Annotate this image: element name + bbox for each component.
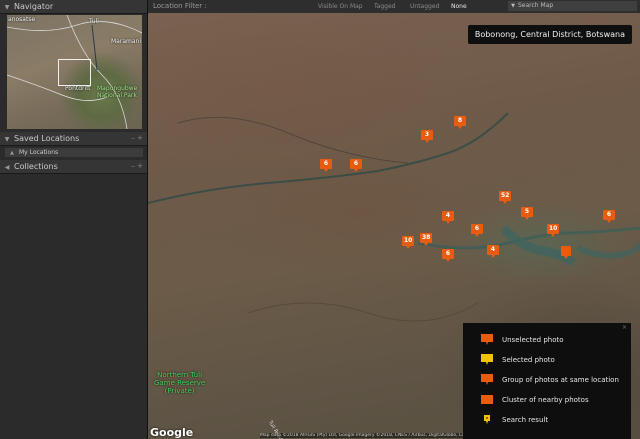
navigator-title: Navigator [14, 2, 54, 11]
expand-triangle-icon[interactable]: ▲ [5, 149, 19, 158]
nav-map-label: National Park [97, 92, 137, 99]
legend-label: Unselected photo [502, 336, 564, 344]
photo-cluster-icon [481, 395, 493, 404]
nav-map-label: Tuli [89, 18, 99, 25]
navigator-header[interactable]: ▼ Navigator [0, 0, 147, 14]
google-logo: Google [150, 426, 194, 439]
photo-cluster-pin[interactable]: 6 [320, 159, 332, 172]
search-result-icon [484, 415, 490, 424]
photo-cluster-pin[interactable]: 6 [350, 159, 362, 172]
photo-cluster-pin[interactable]: 10 [402, 236, 415, 249]
photo-cluster-pin[interactable]: 4 [442, 211, 454, 224]
left-panel: ▼ Navigator anosatse Tuli Maramani Pontdr… [0, 0, 148, 439]
filter-none[interactable]: None [451, 0, 467, 13]
photo-cluster-pin[interactable]: 10 [547, 224, 560, 237]
photo-cluster-pin[interactable]: 52 [499, 191, 512, 204]
nav-map-label: Maramani [111, 38, 141, 45]
navigator-map[interactable]: anosatse Tuli Maramani Pontdrift Mapungu… [7, 15, 142, 129]
unselected-photo-icon [481, 334, 493, 345]
park-label: Northern Tuli Game Reserve (Private) [154, 371, 205, 395]
park-label-line: Northern Tuli [157, 371, 203, 379]
filter-untagged[interactable]: Untagged [410, 0, 439, 13]
legend-label: Search result [502, 416, 549, 424]
saved-locations-title: Saved Locations [14, 134, 80, 143]
filter-tagged[interactable]: Tagged [374, 0, 395, 13]
park-label-line: (Private) [164, 387, 195, 395]
photo-cluster-pin[interactable]: 3 [421, 130, 433, 143]
photo-cluster-pin[interactable]: 38 [420, 233, 433, 246]
photo-cluster-pin[interactable]: 6 [603, 210, 615, 223]
nav-map-label: Mapungubwe [97, 85, 138, 92]
navigator-viewport-box[interactable] [58, 59, 91, 86]
legend-label: Cluster of nearby photos [502, 396, 589, 404]
saved-location-label: My Locations [19, 149, 59, 156]
photo-group-icon [481, 374, 493, 385]
legend-label: Selected photo [502, 356, 555, 364]
collapse-triangle-icon[interactable]: ▼ [0, 133, 14, 146]
collapse-triangle-icon[interactable]: ▼ [0, 1, 14, 14]
park-label-line: Game Reserve [154, 379, 206, 387]
search-map-field[interactable]: ▼ Search Map [508, 1, 637, 11]
legend-close-icon[interactable]: × [622, 324, 627, 331]
selected-photo-icon [481, 354, 493, 365]
expand-triangle-icon[interactable]: ◀ [0, 161, 14, 174]
location-filter-label: Location Filter : [153, 2, 207, 10]
collections-add-remove[interactable]: – + [131, 160, 143, 173]
map-view: Location Filter : Visible On Map Tagged … [148, 0, 640, 439]
legend-label: Group of photos at same location [502, 376, 619, 384]
location-filter-bar: Location Filter : Visible On Map Tagged … [148, 0, 640, 14]
photo-cluster-pin[interactable]: 4 [487, 245, 499, 258]
photo-pin[interactable] [561, 246, 571, 259]
location-name-badge: Bobonong, Central District, Botswana [467, 25, 632, 44]
map-legend: × Unselected photo Selected photo Group … [463, 323, 631, 439]
saved-location-item[interactable]: ▲ My Locations [5, 148, 143, 157]
filter-visible-on-map[interactable]: Visible On Map [318, 0, 363, 13]
saved-locations-add-remove[interactable]: – + [131, 132, 143, 145]
nav-map-label: Pontdrift [65, 85, 91, 92]
search-dropdown-icon[interactable]: ▼ [508, 1, 518, 11]
nav-map-label: anosatse [8, 16, 36, 23]
saved-locations-header[interactable]: ▼ Saved Locations – + [0, 132, 147, 146]
photo-cluster-pin[interactable]: 6 [442, 249, 454, 262]
satellite-map[interactable]: Bobonong, Central District, Botswana 8 3… [148, 13, 640, 439]
collections-header[interactable]: ◀ Collections – + [0, 160, 147, 174]
photo-cluster-pin[interactable]: 8 [454, 116, 466, 129]
search-map-placeholder: Search Map [518, 2, 554, 9]
photo-cluster-pin[interactable]: 5 [521, 207, 533, 220]
photo-cluster-pin[interactable]: 6 [471, 224, 483, 237]
collections-title: Collections [14, 162, 58, 171]
